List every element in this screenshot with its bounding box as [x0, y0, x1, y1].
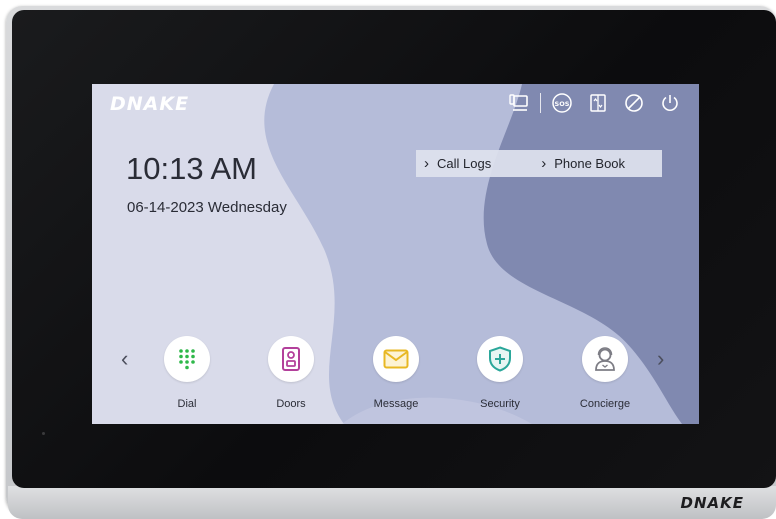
- app-label: Security: [480, 398, 520, 410]
- device-bottom-strip: [8, 486, 776, 519]
- clock-time: 10:13 AM: [126, 151, 257, 186]
- app-concierge[interactable]: Concierge: [570, 336, 640, 410]
- sos-text: SOS: [555, 100, 570, 108]
- app-message[interactable]: Message: [361, 336, 431, 410]
- clock-date: 06-14-2023 Wednesday: [127, 199, 287, 216]
- app-label: Dial: [177, 398, 197, 410]
- app-dial[interactable]: Dial: [152, 336, 222, 410]
- microphone-dot: [42, 432, 45, 435]
- app-doors[interactable]: Doors: [256, 336, 326, 410]
- dialpad-icon: [164, 336, 210, 382]
- door-station-icon: [268, 336, 314, 382]
- phone-book-link[interactable]: › Phone Book: [541, 155, 625, 172]
- screen: DNAKE SOS 10:13 AM 06-14-2023 Wednesday …: [92, 84, 699, 424]
- chevron-right-icon: ›: [424, 155, 429, 172]
- hardware-logo: DNAKE: [680, 494, 744, 512]
- call-logs-link[interactable]: › Call Logs: [424, 155, 491, 172]
- chevron-right-icon: ›: [541, 155, 547, 172]
- sos-icon[interactable]: SOS: [551, 92, 573, 114]
- phone-book-label: Phone Book: [554, 156, 626, 171]
- app-label: Concierge: [579, 398, 631, 410]
- app-label: Message: [373, 398, 419, 410]
- elevator-icon[interactable]: [587, 92, 609, 114]
- brand-logo: DNAKE: [110, 93, 190, 115]
- status-separator: [540, 93, 541, 113]
- envelope-icon: [373, 336, 419, 382]
- prev-page-arrow[interactable]: ‹: [121, 346, 128, 372]
- next-page-arrow[interactable]: ›: [657, 346, 664, 372]
- concierge-person-icon: [582, 336, 628, 382]
- do-not-disturb-icon[interactable]: [623, 92, 645, 114]
- app-security[interactable]: Security: [465, 336, 535, 410]
- monitor-icon[interactable]: [508, 92, 530, 114]
- app-label: Doors: [276, 398, 306, 410]
- status-bar: SOS: [508, 92, 681, 114]
- quick-links-bar: › Call Logs › Phone Book: [416, 150, 662, 177]
- call-logs-label: Call Logs: [437, 156, 492, 171]
- power-icon[interactable]: [659, 92, 681, 114]
- shield-plus-icon: [477, 336, 523, 382]
